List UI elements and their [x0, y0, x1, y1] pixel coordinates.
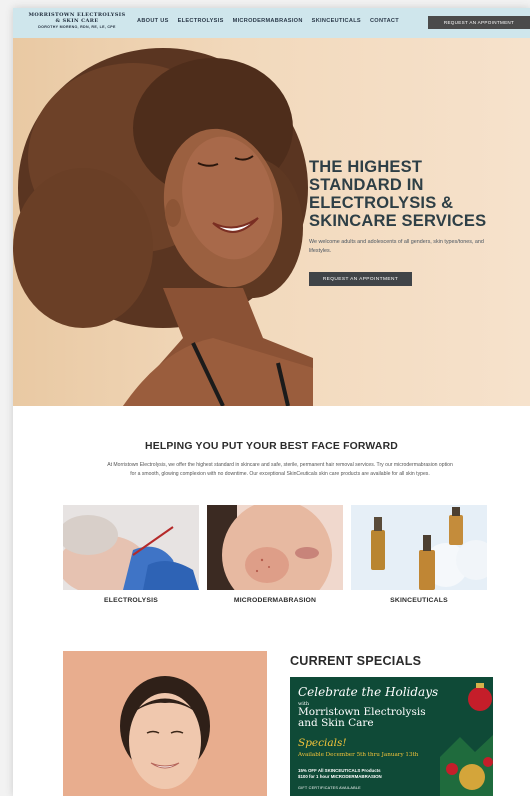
hero-title-line: THE HIGHEST: [309, 158, 423, 176]
site-header: MORRISTOWN ELECTROLYSIS & SKIN CARE DORO…: [13, 8, 530, 38]
microdermabrasion-image[interactable]: [207, 505, 343, 590]
electrolysis-image[interactable]: [63, 505, 199, 590]
service-label-electrolysis[interactable]: ELECTROLYSIS: [63, 597, 199, 604]
specials-woman-photo: [63, 651, 267, 796]
promo-headline: Celebrate the Holidays: [298, 685, 439, 699]
hero-title: THE HIGHEST STANDARD IN ELECTROLYSIS & S…: [309, 158, 519, 230]
page: MORRISTOWN ELECTROLYSIS & SKIN CARE DORO…: [13, 8, 530, 796]
service-label-skinceuticals[interactable]: SKINCEUTICALS: [351, 597, 487, 604]
header-request-appointment-button[interactable]: REQUEST AN APPOINTMENT: [428, 16, 530, 29]
hero-title-line: STANDARD IN: [309, 176, 424, 194]
hero-title-line: ELECTROLYSIS &: [309, 194, 454, 212]
hero-title-line: SKINCARE SERVICES: [309, 212, 487, 230]
logo-line-3: DOROTHY MORENO, RDN, RE, LE, CPE: [38, 25, 116, 29]
hero-section: THE HIGHEST STANDARD IN ELECTROLYSIS & S…: [13, 38, 530, 406]
nav-about-us[interactable]: ABOUT US: [137, 18, 169, 24]
hero-request-appointment-button[interactable]: REQUEST AN APPOINTMENT: [309, 272, 412, 286]
promo-dates: Available December 5th thru January 13th: [298, 752, 419, 758]
intro-heading: HELPING YOU PUT YOUR BEST FACE FORWARD: [145, 441, 398, 452]
hero-woman-photo: [13, 48, 313, 406]
nav-electrolysis[interactable]: ELECTROLYSIS: [178, 18, 224, 24]
holiday-specials-banner[interactable]: Celebrate the Holidays with Morristown E…: [290, 677, 493, 796]
service-label-microdermabrasion[interactable]: MICRODERMABRASION: [207, 597, 343, 604]
current-specials-heading: CURRENT SPECIALS: [290, 654, 422, 668]
nav-skinceuticals[interactable]: SKINCEUTICALS: [312, 18, 361, 24]
skinceuticals-image[interactable]: [351, 505, 487, 590]
promo-offer-microdermabrasion: $100 for 1 hour MICRODERMABRASION: [298, 774, 382, 779]
main-nav: ABOUT US ELECTROLYSIS MICRODERMABRASION …: [137, 18, 399, 24]
promo-offers: 15% OFF All SKINCEUTICALS Products $100 …: [298, 768, 448, 780]
intro-paragraph: At Morristown Electrolysis, we offer the…: [107, 462, 453, 477]
nav-microdermabrasion[interactable]: MICRODERMABRASION: [233, 18, 303, 24]
site-logo[interactable]: MORRISTOWN ELECTROLYSIS & SKIN CARE DORO…: [21, 12, 133, 30]
promo-specials: Specials!: [298, 737, 347, 749]
nav-contact[interactable]: CONTACT: [370, 18, 399, 24]
hero-subtitle: We welcome adults and adolescents of all…: [309, 239, 484, 254]
promo-business-name: Morristown Electrolysis and Skin Care: [298, 706, 426, 729]
promo-gift-certificates: GIFT CERTIFICATES AVAILABLE: [298, 786, 361, 790]
